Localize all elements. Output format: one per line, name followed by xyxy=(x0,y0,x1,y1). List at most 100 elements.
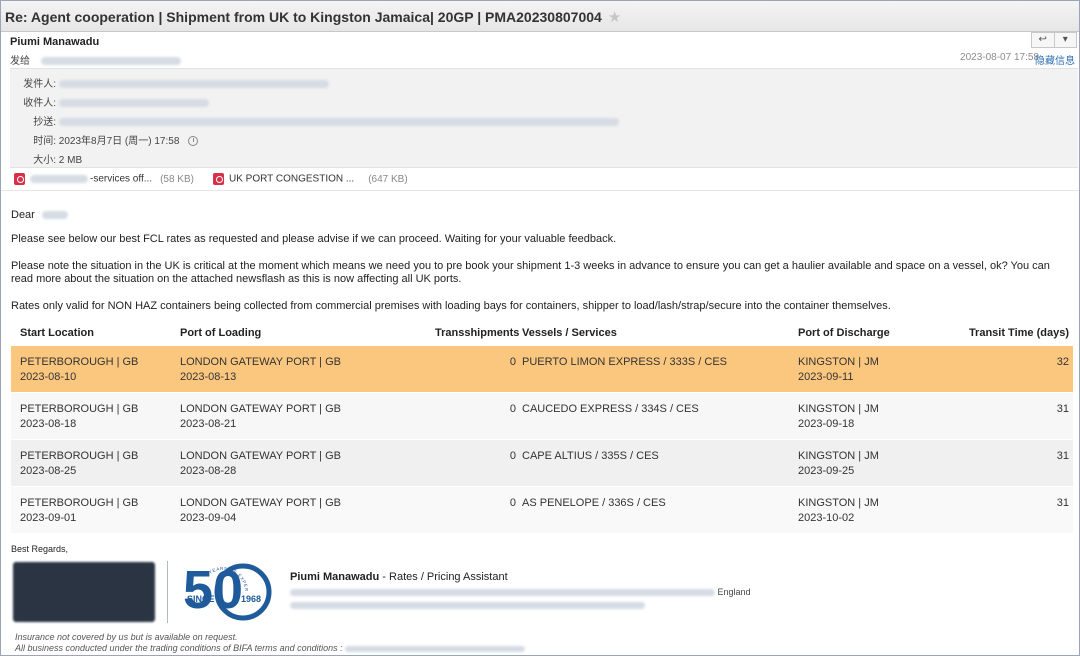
from-label: 发件人: xyxy=(23,79,56,90)
start-location: PETERBOROUGH | GB xyxy=(20,403,139,415)
discharge-date: 2023-09-18 xyxy=(798,418,855,430)
detail-from: 发件人: xyxy=(10,75,329,90)
pdf-icon xyxy=(213,173,224,185)
size-value: 2 MB xyxy=(58,155,83,166)
vessel-service: PUERTO LIMON EXPRESS / 333S / CES xyxy=(522,356,727,368)
start-date: 2023-09-01 xyxy=(20,512,77,524)
redacted-cc xyxy=(58,118,619,127)
discharge-date: 2023-09-25 xyxy=(798,465,855,477)
loading-date: 2023-08-13 xyxy=(180,371,237,383)
loading-date: 2023-09-04 xyxy=(180,512,237,524)
subject-bar: Re: Agent cooperation | Shipment from UK… xyxy=(1,1,1079,32)
detail-cc: 抄送: xyxy=(10,113,619,128)
best-regards: Best Regards, xyxy=(11,544,69,554)
transshipments: 0 xyxy=(509,497,516,509)
clock-icon[interactable] xyxy=(188,136,199,147)
vessel-service: CAUCEDO EXPRESS / 334S / CES xyxy=(522,403,699,415)
transshipments: 0 xyxy=(509,356,516,368)
start-date: 2023-08-10 xyxy=(20,371,77,383)
signature-divider xyxy=(167,561,168,623)
redacted-name xyxy=(41,211,68,220)
redacted-address xyxy=(290,589,715,597)
redacted-contact[interactable] xyxy=(290,602,645,610)
table-header: Start Location Port of Loading Transship… xyxy=(11,322,1073,346)
signature-role: - Rates / Pricing Assistant xyxy=(379,571,508,583)
email-date: 2023-08-07 17:58 xyxy=(960,52,1039,63)
attachment-size: (647 KB) xyxy=(368,173,408,185)
detail-to: 收件人: xyxy=(10,94,209,109)
signature-name-line: Piumi Manawadu - Rates / Pricing Assista… xyxy=(290,571,508,583)
footer-bifa-text: All business conducted under the trading… xyxy=(15,643,343,653)
loading-date: 2023-08-21 xyxy=(180,418,237,430)
attachments-bar: -services off... (58 KB) UK PORT CONGESTI… xyxy=(1,169,1079,191)
time-label: 时间: xyxy=(33,136,56,147)
transit-time: 31 xyxy=(1056,403,1069,415)
signature-country: England xyxy=(717,587,751,597)
to-label: 收件人: xyxy=(23,98,56,109)
transit-time: 31 xyxy=(1056,450,1069,462)
port-of-loading: LONDON GATEWAY PORT | GB xyxy=(180,450,341,462)
sender-name[interactable]: Piumi Manawadu xyxy=(10,36,99,48)
footer-bifa: All business conducted under the trading… xyxy=(15,643,526,653)
pdf-icon xyxy=(14,173,25,185)
redacted-company-logo xyxy=(13,562,155,622)
redacted-from xyxy=(58,80,329,89)
start-date: 2023-08-18 xyxy=(20,418,77,430)
fifty-years-badge-icon: 50 YEARS OF EXPERIENCE SINCE 1968 xyxy=(181,558,272,621)
reply-icon[interactable]: ↩ xyxy=(1032,33,1055,47)
subject-text: Re: Agent cooperation | Shipment from UK… xyxy=(5,9,602,25)
send-to-label: 发给 xyxy=(10,56,30,67)
start-location: PETERBOROUGH | GB xyxy=(20,497,139,509)
port-of-loading: LONDON GATEWAY PORT | GB xyxy=(180,497,341,509)
paragraph-2-line-2: read more about the situation on the att… xyxy=(11,273,462,285)
attachment-2[interactable]: UK PORT CONGESTION ... (647 KB) xyxy=(213,173,408,185)
port-of-discharge: KINGSTON | JM xyxy=(798,450,879,462)
col-vessels: Vessels / Services xyxy=(522,327,617,339)
paragraph-1: Please see below our best FCL rates as r… xyxy=(11,233,617,245)
size-label: 大小: xyxy=(33,155,56,166)
port-of-discharge: KINGSTON | JM xyxy=(798,403,879,415)
send-to-row: 发给 xyxy=(10,52,181,67)
redacted-bifa-link[interactable] xyxy=(345,645,526,652)
redacted-recipient xyxy=(40,57,181,66)
port-of-loading: LONDON GATEWAY PORT | GB xyxy=(180,403,341,415)
time-value: 2023年8月7日 (周一) 17:58 xyxy=(58,136,180,147)
start-location: PETERBOROUGH | GB xyxy=(20,450,139,462)
paragraph-2-line-1: Please note the situation in the UK is c… xyxy=(11,260,1050,272)
star-icon[interactable]: ★ xyxy=(608,9,621,26)
table-row[interactable]: PETERBOROUGH | GB 2023-08-25 LONDON GATEW… xyxy=(11,440,1073,487)
attachment-name: UK PORT CONGESTION ... xyxy=(229,173,355,185)
email-subject: Re: Agent cooperation | Shipment from UK… xyxy=(5,8,621,26)
email-reader-window: Re: Agent cooperation | Shipment from UK… xyxy=(0,0,1080,656)
transshipments: 0 xyxy=(509,450,516,462)
signature-address: England xyxy=(290,587,751,597)
port-of-loading: LONDON GATEWAY PORT | GB xyxy=(180,356,341,368)
vessel-service: CAPE ALTIUS / 335S / CES xyxy=(522,450,659,462)
start-date: 2023-08-25 xyxy=(20,465,77,477)
attachment-1[interactable]: -services off... (58 KB) xyxy=(14,173,194,185)
transshipments: 0 xyxy=(509,403,516,415)
reply-button-group: ↩ ▾ xyxy=(1031,32,1077,48)
port-of-discharge: KINGSTON | JM xyxy=(798,356,879,368)
hide-info-link[interactable]: 隐藏信息 xyxy=(1035,52,1075,67)
footer-insurance: Insurance not covered by us but is avail… xyxy=(15,632,238,642)
col-port-of-discharge: Port of Discharge xyxy=(798,327,890,339)
table-row[interactable]: PETERBOROUGH | GB 2023-08-10 LONDON GATEW… xyxy=(11,346,1073,393)
signature-name: Piumi Manawadu xyxy=(290,571,380,583)
signature-contact xyxy=(290,600,645,610)
badge-year: 1968 xyxy=(241,594,261,604)
paragraph-3: Rates only valid for NON HAZ containers … xyxy=(11,300,891,312)
transit-time: 32 xyxy=(1056,356,1069,368)
attachment-name: -services off... xyxy=(90,173,153,185)
discharge-date: 2023-10-02 xyxy=(798,512,855,524)
table-row[interactable]: PETERBOROUGH | GB 2023-09-01 LONDON GATEW… xyxy=(11,487,1073,534)
cc-label: 抄送: xyxy=(33,117,56,128)
col-port-of-loading: Port of Loading xyxy=(180,327,262,339)
vessel-service: AS PENELOPE / 336S / CES xyxy=(522,497,666,509)
discharge-date: 2023-09-11 xyxy=(798,371,854,383)
dropdown-icon[interactable]: ▾ xyxy=(1055,33,1077,47)
table-row[interactable]: PETERBOROUGH | GB 2023-08-18 LONDON GATEW… xyxy=(11,393,1073,440)
col-start-location: Start Location xyxy=(20,327,94,339)
detail-size: 大小: 2 MB xyxy=(10,151,82,166)
redacted-to xyxy=(58,99,209,108)
